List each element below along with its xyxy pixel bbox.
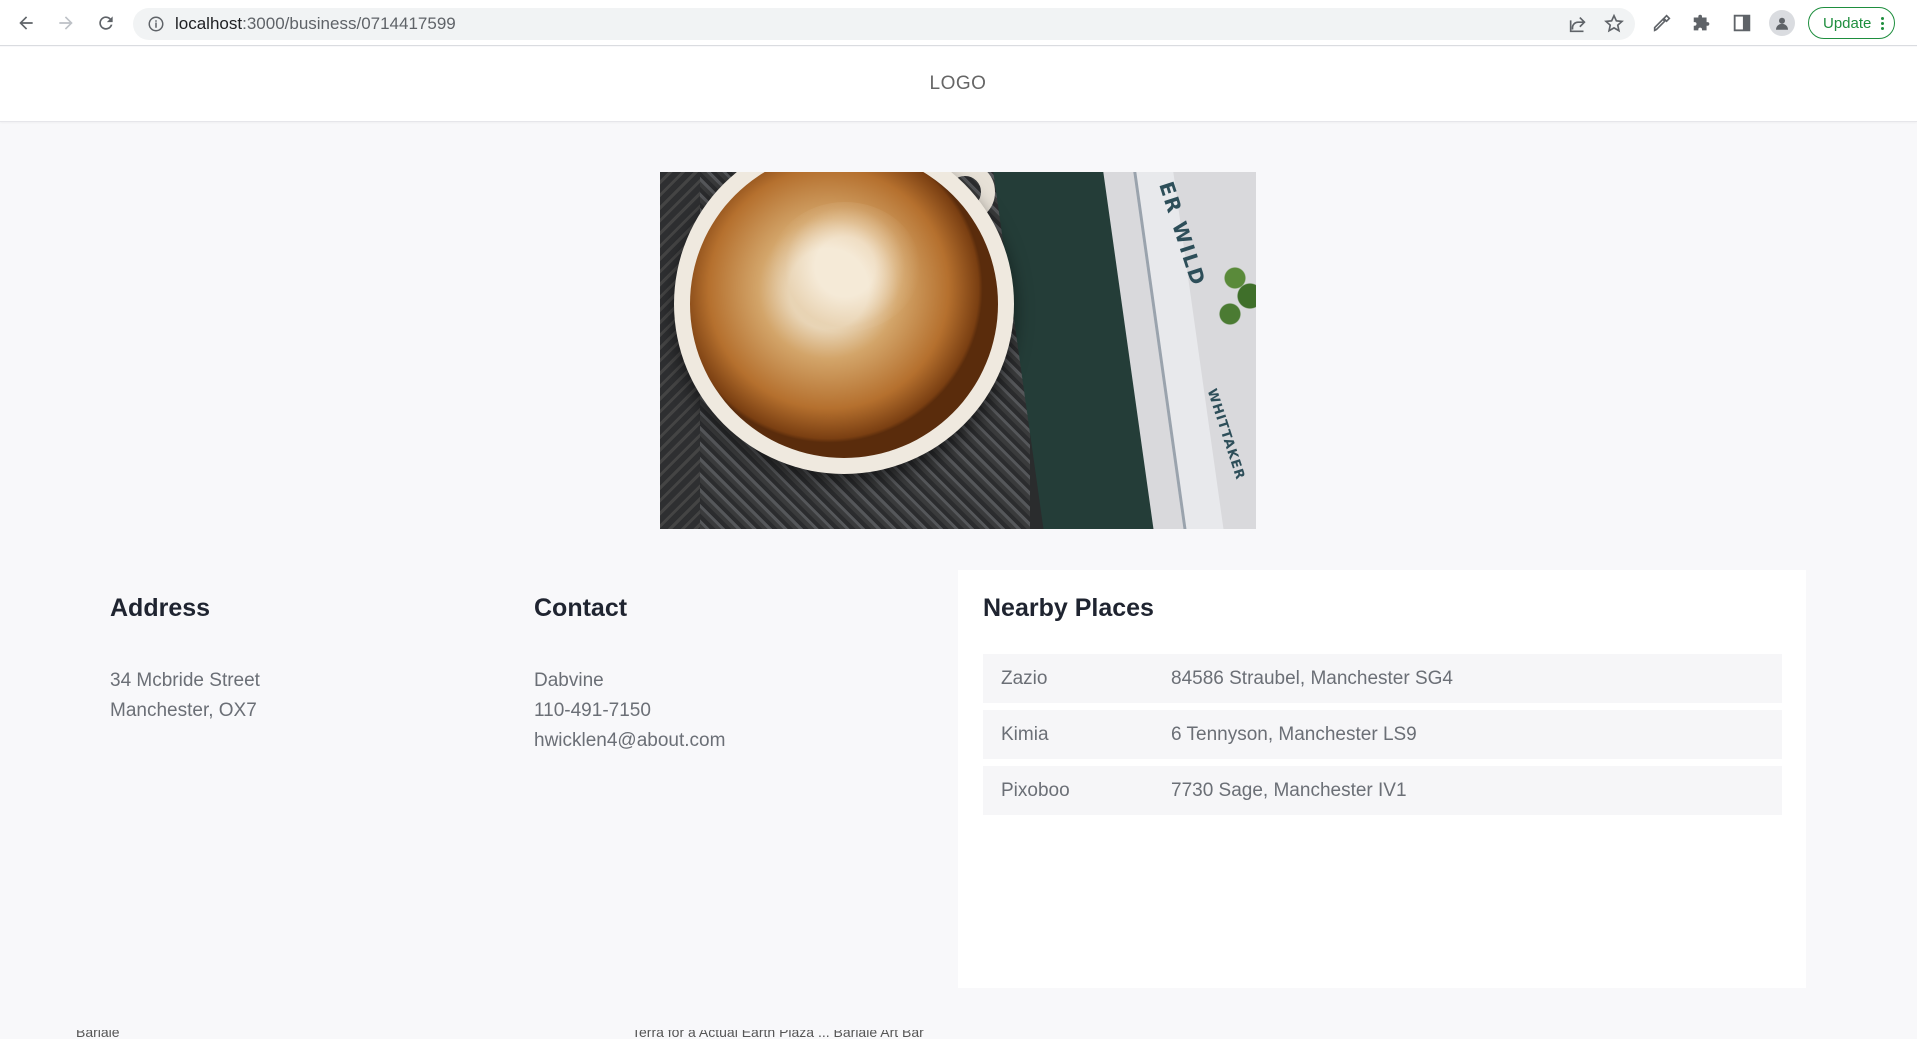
update-button[interactable]: Update <box>1808 7 1896 39</box>
nearby-place-row[interactable]: Zazio 84586 Straubel, Manchester SG4 <box>983 654 1782 703</box>
plant-leaves <box>1215 242 1256 332</box>
nearby-list: Zazio 84586 Straubel, Manchester SG4 Kim… <box>983 654 1782 822</box>
nearby-place-name: Kimia <box>1001 723 1049 745</box>
nearby-place-address: 7730 Sage, Manchester IV1 <box>1171 779 1407 801</box>
reload-button[interactable] <box>90 7 122 39</box>
extensions-icon <box>1693 14 1710 31</box>
contact-title: Contact <box>534 594 628 622</box>
footer-right-text: Terra for a Actual Earth Plaza ... Baria… <box>632 1030 924 1039</box>
url-host: localhost <box>175 14 243 33</box>
url-path: :3000/business/0714417599 <box>242 14 456 33</box>
contact-email: hwicklen4@about.com <box>534 730 726 751</box>
forward-button[interactable] <box>50 7 82 39</box>
info-icon[interactable] <box>147 15 165 33</box>
nearby-title: Nearby Places <box>983 594 1154 622</box>
contact-phone: 110-491-7150 <box>534 700 651 721</box>
address-line2: Manchester, OX7 <box>110 700 257 721</box>
business-hero-image: ER WILD WHITTAKER <box>660 172 1256 529</box>
logo[interactable]: LOGO <box>930 73 987 95</box>
sidepanel-icon <box>1733 14 1751 32</box>
browser-toolbar: localhost:3000/business/0714417599 Updat… <box>0 0 1917 46</box>
nearby-place-address: 84586 Straubel, Manchester SG4 <box>1171 667 1454 689</box>
nearby-place-name: Pixoboo <box>1001 779 1070 801</box>
address-title: Address <box>110 594 211 622</box>
extensions-button[interactable] <box>1688 7 1716 39</box>
profile-icon <box>1769 10 1795 36</box>
reload-icon <box>99 15 113 30</box>
footer: Bariale Terra for a Actual Earth Plaza .… <box>0 1030 1917 1039</box>
nearby-place-row[interactable]: Pixoboo 7730 Sage, Manchester IV1 <box>983 766 1782 815</box>
nearby-place-row[interactable]: Kimia 6 Tennyson, Manchester LS9 <box>983 710 1782 759</box>
address-line1: 34 Mcbride Street <box>110 670 260 691</box>
share-icon[interactable] <box>1567 13 1589 35</box>
nearby-place-name: Zazio <box>1001 667 1048 689</box>
star-icon[interactable] <box>1603 13 1625 35</box>
contact-section: Contact Dabvine 110-491-7150 hwicklen4@a… <box>534 594 934 751</box>
eyedropper-button[interactable] <box>1648 7 1676 39</box>
site-header: LOGO <box>0 47 1917 122</box>
profile-button[interactable] <box>1768 7 1796 39</box>
address-bar[interactable]: localhost:3000/business/0714417599 <box>133 8 1635 40</box>
contact-name: Dabvine <box>534 670 604 691</box>
update-label: Update <box>1823 14 1872 32</box>
coffee-foam <box>770 202 920 332</box>
footer-left-text: Bariale <box>76 1030 120 1039</box>
forward-icon <box>59 15 73 30</box>
url-text: localhost:3000/business/0714417599 <box>175 14 456 34</box>
nearby-places-panel: Nearby Places Zazio 84586 Straubel, Manc… <box>958 570 1806 988</box>
kebab-menu-icon[interactable] <box>1881 16 1885 30</box>
back-button[interactable] <box>10 7 42 39</box>
sidepanel-button[interactable] <box>1728 7 1756 39</box>
address-section: Address 34 Mcbride Street Manchester, OX… <box>110 594 510 721</box>
eyedropper-icon <box>1653 14 1671 32</box>
nearby-place-address: 6 Tennyson, Manchester LS9 <box>1171 723 1417 745</box>
back-icon <box>19 15 33 30</box>
